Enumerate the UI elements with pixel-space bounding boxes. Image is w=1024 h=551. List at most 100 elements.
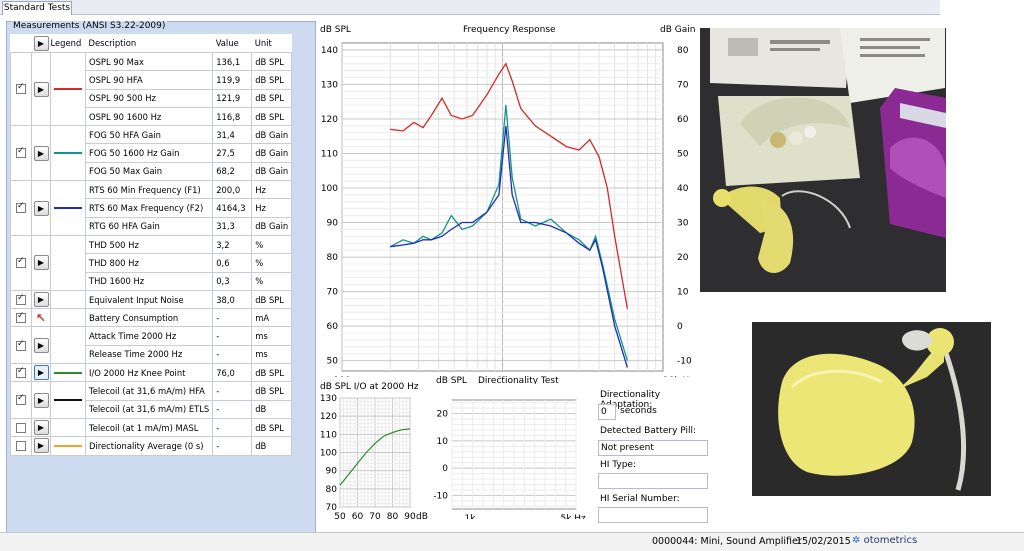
freq-y-tick: 120 [321, 115, 338, 125]
measurement-description: OSPL 90 HFA [84, 70, 214, 90]
measurement-value: - [212, 436, 253, 456]
play-test-button[interactable]: ▶ [33, 337, 49, 353]
measurement-row[interactable]: ▶ Telecoil (at 31,6 mA/m) HFA-dB SPL [10, 381, 293, 419]
measurement-row[interactable]: ▶FOG 50 HFA Gain31,4dB Gain [10, 125, 293, 182]
hi-type-field[interactable] [598, 473, 708, 489]
measurement-row[interactable]: ↖ Battery Consumption-mA [10, 308, 293, 328]
freq-right-tick: 60 [677, 115, 689, 125]
legend-cell [50, 326, 86, 365]
frequency-response-chart: 1401301201101009080706050807060504030201… [321, 42, 694, 377]
io-chart: 13012011010090807050 60 70 80 90 dB [320, 394, 428, 522]
measurement-checkbox[interactable] [16, 256, 26, 269]
measurement-checkbox[interactable] [16, 293, 26, 305]
measurement-checkbox[interactable] [16, 441, 26, 452]
play-all-button[interactable]: ▶ [33, 35, 49, 51]
measurement-description: RTS 60 Min Frequency (F1) [84, 180, 214, 200]
measurement-row[interactable]: ▶ Telecoil (at 1 mA/m) MASL - dB SPL [10, 417, 293, 438]
freq-y-tick: 140 [321, 46, 338, 56]
product-photo-illustration [700, 28, 946, 292]
legend-cell [50, 289, 86, 310]
legend-cell [50, 51, 86, 127]
dir-x-tick: 1k [465, 514, 477, 519]
measurement-unit: % [251, 253, 293, 273]
measurement-row[interactable]: ▶ Equivalent Input Noise38,0dB SPL [10, 289, 293, 310]
measurement-unit: dB SPL [251, 51, 293, 72]
play-test-button[interactable]: ▶ [33, 81, 49, 97]
measurement-checkbox[interactable] [16, 393, 26, 406]
dir-ylabel: dB SPL [436, 376, 467, 384]
freq-y-tick: 130 [321, 80, 338, 90]
play-test-button[interactable]: ▶ [33, 438, 49, 454]
measurement-checkbox[interactable] [16, 201, 26, 214]
freq-y-tick: 70 [327, 288, 339, 298]
legend-cell [50, 363, 86, 383]
measurement-description: THD 500 Hz [84, 234, 214, 255]
brand-logo: ✲ otometrics [852, 535, 917, 546]
measurement-value: 200,0 [212, 180, 253, 200]
measurement-description: Telecoil (at 1 mA/m) MASL [84, 417, 214, 438]
measurement-checkbox[interactable] [16, 311, 26, 324]
play-test-button[interactable]: ▶ [33, 200, 49, 216]
dir-y-tick: 0 [442, 464, 448, 474]
measurement-row[interactable]: ▶ RTS 60 Min Frequency (F1)200,0Hz [10, 180, 293, 236]
measurement-value: 76,0 [212, 363, 253, 383]
freq-y-tick: 80 [327, 253, 339, 263]
freq-right-tick: 0 [677, 322, 683, 332]
dir-y-tick: 20 [437, 410, 449, 420]
measurement-value: 136,1 [212, 51, 253, 72]
measurement-description: THD 800 Hz [84, 253, 214, 273]
measurement-row[interactable]: ▶ Attack Time 2000 Hz-ms [10, 326, 293, 365]
serial-field[interactable] [598, 507, 708, 523]
measurement-row[interactable]: ▶OSPL 90 Max136,1dB SPL [10, 51, 293, 127]
measurement-unit: Hz [251, 198, 293, 218]
legend-cell [50, 381, 86, 419]
measurement-value: 68,2 [212, 161, 253, 182]
io-x-tick: 50 [334, 512, 346, 522]
freq-right-tick: 40 [677, 184, 689, 194]
io-y-tick: 130 [320, 394, 337, 404]
hearing-aid-illustration [752, 322, 991, 496]
measurement-value: 31,4 [212, 125, 253, 145]
measurement-checkbox[interactable] [16, 422, 26, 433]
play-test-button[interactable]: ▶ [33, 145, 49, 161]
play-test-button[interactable]: ▶ [33, 365, 49, 381]
freq-x-tick: 100 [333, 376, 350, 377]
dir-title: Directionality Test [478, 376, 559, 384]
freq-title: Frequency Response [463, 25, 556, 35]
io-y-tick: 120 [320, 412, 337, 422]
adapt-input[interactable]: 0 [598, 404, 616, 420]
play-test-button[interactable]: ▶ [33, 292, 49, 307]
measurement-description: OSPL 90 500 Hz [84, 88, 214, 108]
legend-cell [50, 180, 86, 236]
app-area: Measurements (ANSI S3.22-2009) ▶ Legend … [0, 15, 708, 537]
io-y-tick: 110 [320, 430, 337, 440]
measurement-row[interactable]: ▶ THD 500 Hz3,2% [10, 234, 293, 291]
measurement-value: - [212, 308, 253, 328]
measurement-checkbox[interactable] [16, 82, 26, 95]
measurement-unit: dB SPL [251, 417, 293, 438]
tab-standard-tests[interactable]: Standard Tests [2, 1, 72, 15]
measurement-unit: ms [251, 344, 293, 365]
measurement-unit: mA [251, 308, 293, 328]
measurement-checkbox[interactable] [16, 339, 26, 351]
measurement-description: FOG 50 HFA Gain [84, 125, 214, 145]
measurement-row[interactable]: ▶ Directionality Average (0 s) - dB [10, 436, 293, 456]
measurement-description: FOG 50 1600 Hz Gain [84, 143, 214, 163]
legend-line [54, 371, 82, 374]
play-test-button[interactable]: ▶ [33, 420, 49, 436]
freq-y-tick: 90 [327, 219, 339, 229]
measurement-unit: dB SPL [251, 381, 293, 401]
measurement-unit: dB SPL [251, 363, 293, 383]
measurement-checkbox[interactable] [16, 146, 26, 159]
status-date: 15/02/2015 [796, 536, 851, 547]
play-test-button[interactable]: ▶ [33, 392, 49, 408]
measurement-value: - [212, 381, 253, 401]
measurement-row[interactable]: ▶ I/O 2000 Hz Knee Point76,0dB SPL [10, 363, 293, 383]
freq-right-tick: 20 [677, 253, 689, 263]
status-record: 0000044: Mini, Sound Amplifier [652, 536, 802, 547]
serial-label: HI Serial Number: [600, 494, 680, 504]
freq-y-tick: 50 [327, 357, 339, 367]
measurement-description: Equivalent Input Noise [84, 289, 214, 310]
play-test-button[interactable]: ▶ [33, 255, 49, 271]
measurement-checkbox[interactable] [16, 366, 26, 378]
